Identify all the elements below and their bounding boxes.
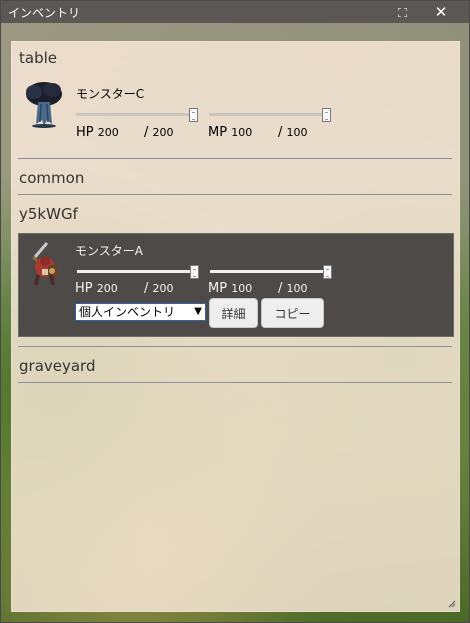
mp-label: MP bbox=[208, 281, 228, 296]
hp-slider-thumb[interactable] bbox=[190, 265, 199, 279]
mp-max-readout: / 100 bbox=[278, 281, 308, 296]
section-divider bbox=[18, 346, 452, 347]
hp-separator: / bbox=[144, 125, 149, 140]
monster-c-avatar bbox=[26, 82, 62, 128]
hp-current: 200 bbox=[97, 126, 119, 139]
mp-slider-thumb[interactable] bbox=[323, 265, 332, 279]
copy-button[interactable]: コピー bbox=[261, 298, 324, 328]
hp-separator: / bbox=[144, 281, 149, 296]
hp-max: 200 bbox=[152, 282, 174, 295]
section-header-y5kwgf[interactable]: y5kWGf bbox=[19, 205, 78, 223]
window-title: インベントリ bbox=[8, 6, 81, 20]
mp-slider-thumb[interactable] bbox=[322, 108, 331, 122]
inventory-select[interactable]: 個人インベントリ ▼ bbox=[75, 303, 206, 321]
section-header-graveyard[interactable]: graveyard bbox=[19, 357, 95, 375]
monster-name: モンスターA bbox=[75, 244, 143, 258]
maximize-icon bbox=[397, 7, 407, 17]
mp-label: MP bbox=[208, 125, 228, 140]
card-monster-a[interactable]: モンスターA HP 200 / 200 MP 100 / 100 個人インベント… bbox=[18, 233, 454, 337]
section-divider bbox=[18, 158, 452, 159]
mp-readout: MP 100 bbox=[208, 281, 252, 296]
close-icon: ✕ bbox=[434, 3, 448, 21]
window-titlebar[interactable]: インベントリ ✕ bbox=[1, 1, 469, 23]
section-divider bbox=[18, 194, 452, 195]
section-header-table[interactable]: table bbox=[19, 49, 57, 67]
inventory-window: インベントリ ✕ table モンスターC HP 200 / 200 MP 10… bbox=[0, 0, 470, 623]
resize-grip-icon[interactable] bbox=[448, 600, 456, 608]
inventory-content: table モンスターC HP 200 / 200 MP 100 / 100 c… bbox=[11, 41, 460, 612]
close-button[interactable]: ✕ bbox=[430, 1, 452, 23]
monster-name: モンスターC bbox=[76, 87, 145, 101]
mp-slider[interactable] bbox=[209, 108, 331, 122]
hp-current: 200 bbox=[96, 282, 118, 295]
card-monster-c[interactable]: モンスターC HP 200 / 200 MP 100 / 100 bbox=[18, 75, 452, 151]
hp-readout: HP 200 bbox=[76, 125, 119, 140]
inventory-select-value: 個人インベントリ bbox=[79, 305, 176, 319]
hp-max-readout: / 200 bbox=[144, 281, 174, 296]
mp-max: 100 bbox=[286, 282, 308, 295]
mp-current: 100 bbox=[231, 282, 253, 295]
mp-separator: / bbox=[278, 281, 283, 296]
mp-readout: MP 100 bbox=[208, 125, 252, 140]
mp-current: 100 bbox=[231, 126, 253, 139]
hp-max-readout: / 200 bbox=[144, 125, 174, 140]
section-divider bbox=[18, 382, 452, 383]
maximize-button[interactable] bbox=[391, 1, 413, 23]
hp-slider-thumb[interactable] bbox=[189, 108, 198, 122]
chevron-down-icon: ▼ bbox=[194, 306, 202, 317]
mp-max-readout: / 100 bbox=[278, 125, 308, 140]
hp-slider[interactable] bbox=[77, 265, 199, 279]
details-button[interactable]: 詳細 bbox=[209, 298, 258, 328]
mp-separator: / bbox=[278, 125, 283, 140]
section-header-common[interactable]: common bbox=[19, 169, 84, 187]
mp-max: 100 bbox=[286, 126, 308, 139]
hp-label: HP bbox=[76, 125, 94, 140]
hp-slider[interactable] bbox=[76, 108, 198, 122]
hp-label: HP bbox=[75, 281, 93, 296]
hp-max: 200 bbox=[152, 126, 174, 139]
hp-readout: HP 200 bbox=[75, 281, 118, 296]
mp-slider[interactable] bbox=[210, 265, 332, 279]
monster-a-avatar bbox=[31, 242, 58, 286]
